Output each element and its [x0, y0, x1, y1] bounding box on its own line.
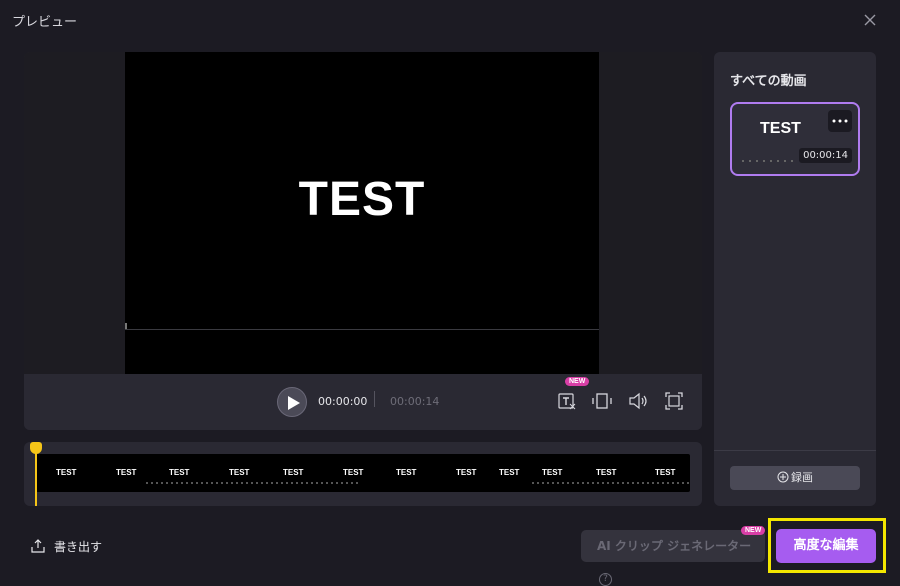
export-label: 書き出す	[54, 539, 103, 554]
close-icon	[864, 14, 876, 26]
text-button[interactable]	[556, 390, 578, 412]
ai-clip-label: AI クリップ ジェネレーター	[597, 539, 752, 553]
thumbnail-label: TEST	[116, 468, 137, 477]
record-label: 録画	[791, 471, 813, 484]
help-icon[interactable]: ?	[599, 573, 612, 586]
thumbnail-label: TEST	[343, 468, 364, 477]
thumbnail-label: TEST	[456, 468, 477, 477]
more-horizontal-icon	[832, 119, 848, 123]
record-button[interactable]: 録画	[730, 466, 860, 490]
fullscreen-button[interactable]	[663, 390, 685, 412]
thumbnail-label: TEST	[229, 468, 250, 477]
total-time: 00:00:14	[390, 395, 440, 408]
thumbnail-specks	[532, 482, 690, 484]
aspect-ratio-button[interactable]	[591, 390, 613, 412]
thumbnail-label: TEST	[396, 468, 417, 477]
panel-title: すべての動画	[730, 74, 807, 89]
clip-duration: 00:00:14	[799, 148, 852, 163]
ai-clip-generator-button[interactable]: AI クリップ ジェネレーター ?	[581, 530, 765, 586]
time-separator	[374, 391, 375, 407]
thumbnail-label: TEST	[655, 468, 676, 477]
timeline-thumbnail-strip[interactable]: TEST TEST TEST TEST TEST TEST TEST TEST …	[36, 454, 690, 492]
advanced-edit-button[interactable]: 高度な編集	[776, 529, 876, 563]
thumbnail-label: TEST	[542, 468, 563, 477]
aspect-ratio-icon	[592, 393, 612, 409]
playhead-line[interactable]	[35, 450, 37, 506]
export-button[interactable]: 書き出す	[30, 537, 102, 555]
frame-divider	[125, 329, 599, 330]
close-button[interactable]	[860, 10, 880, 30]
text-icon	[558, 393, 576, 410]
playhead-handle[interactable]	[30, 442, 42, 454]
thumbnail-label: TEST	[596, 468, 617, 477]
thumbnail-specks	[146, 482, 361, 484]
thumbnail-label: TEST	[56, 468, 77, 477]
new-badge: NEW	[741, 526, 766, 535]
video-clip-card[interactable]: TEST 00:00:14	[730, 102, 860, 176]
video-canvas: TEST	[24, 52, 702, 374]
dialog-title: プレビュー	[12, 15, 78, 30]
thumbnail-label: TEST	[283, 468, 304, 477]
more-options-button[interactable]	[828, 110, 852, 132]
thumbnail-label: TEST	[169, 468, 190, 477]
plus-circle-icon	[777, 471, 789, 483]
volume-icon	[629, 392, 647, 410]
thumbnail-label: TEST	[499, 468, 520, 477]
panel-divider	[714, 450, 876, 451]
export-icon	[31, 539, 45, 553]
video-list-panel: すべての動画 TEST 00:00:14 録画	[714, 52, 876, 506]
preview-dialog: プレビュー TEST 00:00:00 00:00:14 NEW TEST TE…	[0, 0, 900, 586]
play-button[interactable]	[277, 387, 307, 417]
new-badge: NEW	[565, 377, 590, 386]
video-player: TEST 00:00:00 00:00:14 NEW	[24, 52, 702, 430]
play-icon	[288, 396, 300, 410]
clip-thumbnail-specks	[742, 160, 798, 162]
timeline[interactable]: TEST TEST TEST TEST TEST TEST TEST TEST …	[24, 442, 702, 506]
player-controls: 00:00:00 00:00:14 NEW	[24, 374, 702, 430]
current-time: 00:00:00	[318, 395, 368, 408]
video-overlay-text: TEST	[298, 173, 426, 226]
video-frame: TEST	[125, 52, 599, 374]
frame-marker	[125, 323, 127, 329]
clip-title: TEST	[760, 120, 801, 137]
volume-button[interactable]	[627, 390, 649, 412]
fullscreen-icon	[665, 392, 683, 410]
